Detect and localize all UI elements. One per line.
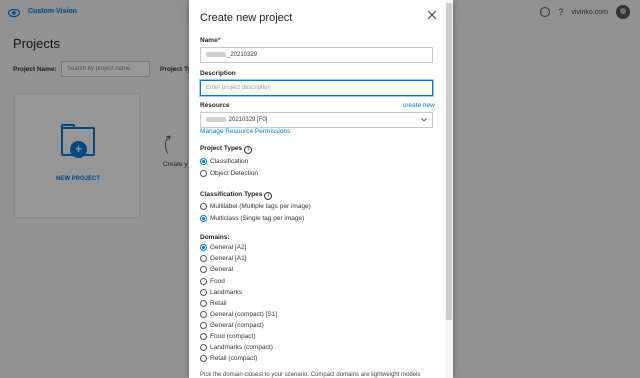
required-mark: * [217, 37, 221, 44]
radio-domain[interactable]: General (compact) [200, 322, 264, 329]
project-types-label: Project Types i [200, 145, 253, 154]
radio-domain[interactable]: General [A2] [200, 244, 247, 251]
radio-domain[interactable]: Retail [200, 300, 227, 307]
radio-button[interactable] [200, 255, 207, 262]
radio-button[interactable] [200, 344, 207, 351]
radio-domain[interactable]: General (compact) [S1] [200, 311, 277, 318]
radio-button-selected[interactable] [200, 158, 207, 165]
description-field[interactable]: Enter project description [200, 80, 433, 96]
scrollbar-thumb[interactable] [446, 3, 452, 320]
resource-value: 20210329 [F0] [228, 117, 268, 124]
radio-button[interactable] [200, 278, 207, 285]
radio-domain[interactable]: General [200, 266, 233, 273]
radio-button[interactable] [200, 203, 207, 210]
radio-object-detection[interactable]: Object Detection [200, 170, 258, 177]
radio-multiclass[interactable]: Multiclass (Single tag per image) [200, 215, 304, 222]
name-field[interactable]: _20210329 [200, 47, 433, 63]
name-value: _20210329 [227, 52, 258, 59]
info-icon[interactable]: i [244, 146, 253, 154]
radio-button[interactable] [200, 355, 207, 362]
info-icon[interactable]: i [264, 192, 273, 200]
description-label: Description [200, 70, 236, 77]
create-project-dialog: Create new project Name* _20210329 Descr… [189, 0, 453, 378]
dialog-scrollbar[interactable] [445, 0, 453, 378]
radio-multilabel[interactable]: Multilabel (Multiple tags per image) [200, 203, 311, 210]
radio-button[interactable] [200, 300, 207, 307]
radio-button[interactable] [200, 333, 207, 340]
radio-button[interactable] [200, 266, 207, 273]
manage-permissions-link[interactable]: Manage Resource Permissions [200, 128, 290, 135]
dialog-title: Create new project [200, 12, 293, 24]
radio-button[interactable] [200, 311, 207, 318]
radio-domain[interactable]: Retail (compact) [200, 355, 257, 362]
domain-hint-text: Pick the domain closest to your scenario… [200, 372, 421, 378]
classification-types-label: Classification Types i [200, 191, 273, 200]
radio-button[interactable] [200, 170, 207, 177]
resource-select[interactable]: 20210329 [F0] [200, 112, 433, 128]
radio-domain[interactable]: Food [200, 278, 225, 285]
name-label: Name* [200, 37, 221, 44]
domains-label: Domains: [200, 234, 230, 241]
radio-domain[interactable]: Food (compact) [200, 333, 256, 340]
radio-button-selected[interactable] [200, 215, 207, 222]
radio-domain[interactable]: Landmarks [200, 289, 242, 296]
close-icon[interactable] [427, 10, 437, 20]
create-new-resource-link[interactable]: create new [403, 102, 435, 109]
radio-domain[interactable]: General [A1] [200, 255, 247, 262]
redacted-text [206, 52, 226, 57]
radio-classification[interactable]: Classification [200, 158, 248, 165]
radio-button[interactable] [200, 322, 207, 329]
radio-button-selected[interactable] [200, 244, 207, 251]
redacted-text [206, 117, 226, 122]
radio-button[interactable] [200, 289, 207, 296]
chevron-down-icon [421, 118, 427, 122]
radio-domain[interactable]: Landmarks (compact) [200, 344, 273, 351]
resource-label: Resource [200, 102, 230, 109]
